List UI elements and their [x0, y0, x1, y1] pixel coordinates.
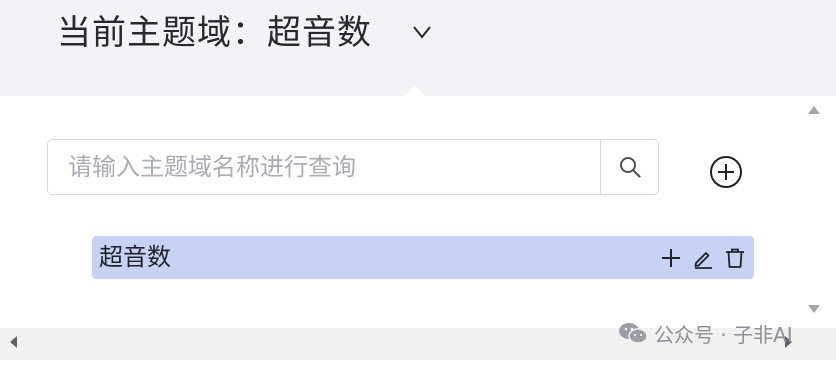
bottom-edge [0, 360, 836, 366]
domain-dropdown-panel [0, 96, 806, 328]
edit-icon[interactable] [692, 247, 714, 269]
watermark: 公众号 · 子非AI [618, 318, 793, 348]
search-button[interactable] [600, 140, 658, 194]
scroll-down-arrow[interactable] [808, 305, 820, 313]
popup-pointer [403, 86, 427, 97]
add-domain-button[interactable] [709, 155, 743, 189]
plus-icon[interactable] [660, 247, 682, 269]
chevron-down-icon[interactable] [412, 24, 432, 40]
tree-node-label: 超音数 [99, 243, 171, 271]
vertical-scrollbar[interactable] [806, 96, 836, 328]
search-input[interactable] [48, 140, 600, 194]
trash-icon[interactable] [724, 247, 746, 269]
search-icon [619, 157, 641, 178]
header-bar: 当前主题域：超音数 [0, 0, 836, 96]
scroll-up-arrow[interactable] [808, 106, 820, 114]
tree-node-actions [660, 236, 746, 279]
tree-node-selected[interactable]: 超音数 [92, 236, 754, 279]
scroll-left-arrow[interactable] [10, 336, 17, 348]
watermark-text: 公众号 · 子非AI [654, 322, 793, 347]
search-box [47, 139, 659, 195]
wechat-icon [619, 323, 648, 344]
current-domain-title: 当前主题域：超音数 [57, 13, 372, 53]
